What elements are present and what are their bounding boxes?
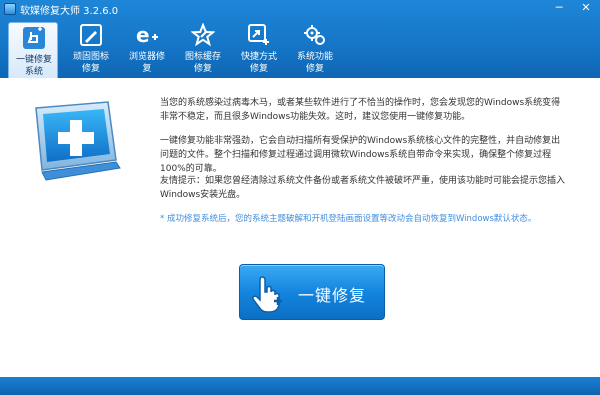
tab-label: 顽固图标 修复	[72, 52, 109, 74]
main-content: 当您的系统感染过病毒木马，或者某些软件进行了不恰当的操作时，您会发现您的Wind…	[0, 78, 600, 377]
hand-plus-icon	[23, 27, 45, 49]
shortcut-icon	[248, 24, 269, 45]
header: 软媒修复大师 3.2.6.0 ─ ✕ 一键修复 系统 顽固图标 修复 e 浏览器…	[0, 0, 600, 78]
tab-browser-repair[interactable]: e 浏览器修 复	[122, 20, 172, 76]
tab-system-function-repair[interactable]: 系统功能 修复	[290, 20, 340, 76]
tab-icon-cache-repair[interactable]: 图标缓存 修复	[178, 20, 228, 76]
minimize-button[interactable]: ─	[548, 0, 570, 16]
tab-label: 快捷方式 修复	[240, 52, 277, 74]
monitor-repair-icon	[35, 101, 121, 181]
tab-label: 系统功能 修复	[296, 52, 333, 74]
paragraph-intro: 当您的系统感染过病毒木马，或者某些软件进行了不恰当的操作时，您会发现您的Wind…	[160, 98, 561, 122]
app-icon	[4, 3, 16, 15]
app-title: 软媒修复大师 3.2.6.0	[20, 6, 119, 17]
tab-shortcut-repair[interactable]: 快捷方式 修复	[234, 20, 284, 76]
brush-icon	[80, 24, 102, 46]
app-window: 软媒修复大师 3.2.6.0 ─ ✕ 一键修复 系统 顽固图标 修复 e 浏览器…	[0, 0, 600, 395]
tab-label: 图标缓存 修复	[184, 52, 221, 74]
close-button[interactable]: ✕	[574, 0, 598, 16]
paragraph-details: 一键修复功能非常强劲，它会自动扫描所有受保护的Windows系统核心文件的完整性…	[160, 136, 561, 174]
tab-label: 一键修复 系统	[15, 55, 52, 77]
tab-stubborn-icon-repair[interactable]: 顽固图标 修复	[66, 20, 116, 76]
tab-label: 浏览器修 复	[128, 52, 165, 74]
title-bar: 软媒修复大师 3.2.6.0 ─ ✕	[0, 0, 600, 18]
tab-one-click-repair[interactable]: 一键修复 系统	[8, 22, 58, 78]
status-bar	[0, 377, 600, 395]
one-click-repair-label: 一键修复	[298, 286, 367, 305]
paragraph-tip: 友情提示：如果您曾经清除过系统文件备份或者系统文件被破坏严重，使用该功能时可能会…	[160, 176, 566, 200]
one-click-repair-button[interactable]: 一键修复	[239, 264, 385, 320]
hand-cursor-icon	[252, 276, 282, 313]
svg-text:e: e	[136, 23, 150, 47]
gears-icon	[304, 25, 325, 45]
success-note: * 成功修复系统后，您的系统主题破解和开机登陆画面设置等改动会自动恢复到Wind…	[160, 214, 537, 224]
ie-plus-icon: e	[136, 23, 158, 47]
star-icon	[191, 23, 215, 47]
toolbar: 一键修复 系统 顽固图标 修复 e 浏览器修 复 图标缓存 修复 快捷方式 修复…	[0, 18, 600, 78]
